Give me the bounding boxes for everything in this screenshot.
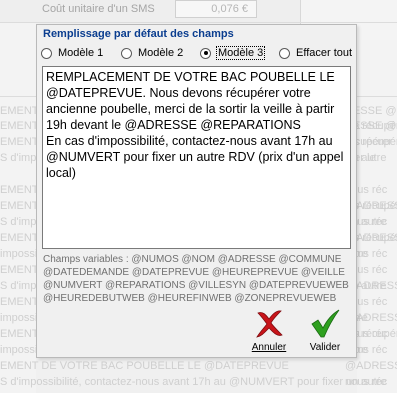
radio-button-icon[interactable] (41, 47, 52, 59)
background-text-left: EMENT DE VOTRE BAC POUBELLE LE @DATEPREV… (0, 360, 289, 372)
model-radio-group: Modèle 1 Modèle 2 Modèle 3 Effacer tout (41, 45, 361, 61)
radio-modele-1[interactable]: Modèle 1 (41, 45, 104, 61)
radio-effacer-tout[interactable]: Effacer tout (279, 45, 353, 61)
background-text-line: S d'impossibilité, contactez-nous avant … (0, 375, 397, 389)
default-fields-dialog: Remplissage par défaut des champs Modèle… (36, 24, 357, 358)
radio-label: Modèle 2 (138, 47, 184, 59)
cancel-label: Annuler (251, 342, 287, 353)
radio-modele-2[interactable]: Modèle 2 (121, 45, 184, 61)
radio-modele-3[interactable]: Modèle 3 (200, 45, 266, 61)
red-x-icon (256, 310, 283, 338)
background-text-line: EMENT DE VOTRE BAC POUBELLE LE @DATEPREV… (0, 359, 397, 373)
green-check-icon (311, 309, 340, 338)
cost-input[interactable]: 0,076 € (175, 0, 257, 18)
background-text-right: nous réc (345, 376, 388, 388)
cost-label: Coût unitaire d'un SMS (42, 3, 155, 15)
background-text-right: @ADRESSE (345, 360, 397, 372)
variable-fields-help: Champs variables : @NUMOS @NOM @ADRESSE … (43, 254, 352, 304)
validate-label: Valider (309, 342, 341, 353)
radio-label: Modèle 3 (216, 46, 266, 60)
radio-button-checked-icon[interactable] (200, 47, 211, 59)
radio-button-icon[interactable] (279, 47, 290, 59)
background-text-left: S d'impossibilité, contactez-nous avant … (0, 376, 387, 388)
background-divider (0, 96, 36, 97)
radio-button-icon[interactable] (121, 47, 132, 59)
message-template-textarea[interactable]: REMPLACEMENT DE VOTRE BAC POUBELLE LE @D… (42, 66, 351, 249)
dialog-title: Remplissage par défaut des champs (43, 28, 234, 40)
validate-button[interactable]: Valider (299, 307, 351, 353)
background-divider (0, 22, 397, 23)
background-divider (357, 96, 397, 97)
cancel-button[interactable]: Annuler (243, 307, 295, 353)
radio-label: Effacer tout (296, 47, 353, 59)
radio-label: Modèle 1 (58, 47, 104, 59)
